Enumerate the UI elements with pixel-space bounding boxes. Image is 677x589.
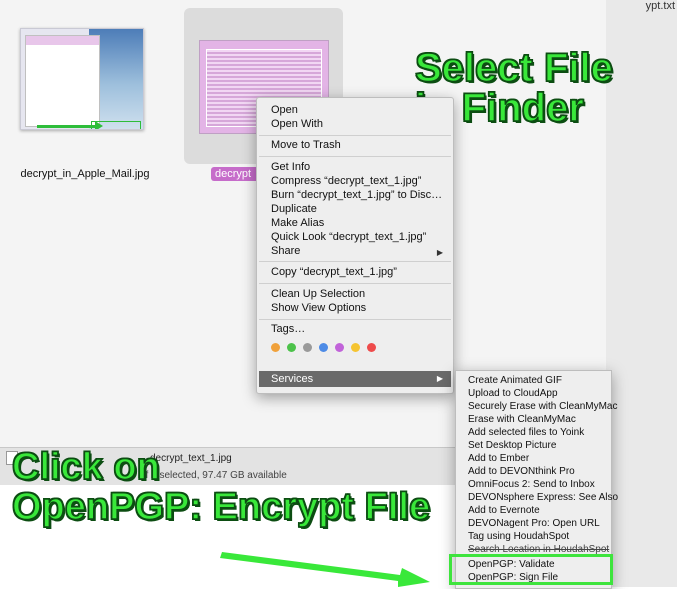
file-label-decrypt-in-apple-mail[interactable]: decrypt_in_Apple_Mail.jpg <box>20 168 150 180</box>
thumbnail-arrow <box>37 125 97 128</box>
background-window-title-fragment: ypt.txt <box>643 0 677 12</box>
menu-separator <box>259 261 451 262</box>
submenu-arrow-icon: ▶ <box>436 248 443 257</box>
menu-item-duplicate[interactable]: Duplicate <box>271 203 317 215</box>
tag-yellow-dot[interactable] <box>351 343 360 352</box>
service-item[interactable]: Add to DEVONthink Pro <box>468 466 575 477</box>
service-item[interactable]: Tag using HoudahSpot <box>468 531 569 542</box>
menu-item-services[interactable]: Services ▶ <box>259 371 451 387</box>
menu-item-burn[interactable]: Burn “decrypt_text_1.jpg” to Disc… <box>271 189 442 201</box>
menu-item-show-view-options[interactable]: Show View Options <box>271 302 366 314</box>
thumbnail-pink-band <box>26 36 100 45</box>
menu-separator <box>259 156 451 157</box>
tag-red-dot[interactable] <box>367 343 376 352</box>
service-item[interactable]: Erase with CleanMyMac <box>468 414 576 425</box>
menu-item-clean-up[interactable]: Clean Up Selection <box>271 288 365 300</box>
service-item[interactable]: Upload to CloudApp <box>468 388 558 399</box>
tag-blue-dot[interactable] <box>319 343 328 352</box>
menu-item-tags[interactable]: Tags… <box>271 323 305 335</box>
menu-separator <box>259 135 451 136</box>
service-item[interactable]: Create Animated GIF <box>468 375 562 386</box>
callout-click-line1: Click on <box>11 446 160 488</box>
service-item[interactable]: DEVONagent Pro: Open URL <box>468 518 600 529</box>
callout-click-line2: OpenPGP: Encrypt FIle <box>11 486 431 528</box>
service-item[interactable]: Securely Erase with CleanMyMac <box>468 401 618 412</box>
service-item[interactable]: Set Desktop Picture <box>468 440 556 451</box>
callout-click-openpgp: Click on OpenPGP: Encrypt FIle <box>11 446 431 528</box>
menu-item-services-label: Services <box>271 373 314 385</box>
tag-purple-dot[interactable] <box>335 343 344 352</box>
service-item[interactable]: Add to Evernote <box>468 505 540 516</box>
menu-separator <box>259 319 451 320</box>
menu-item-get-info[interactable]: Get Info <box>271 161 310 173</box>
service-item[interactable]: DEVONsphere Express: See Also <box>468 492 618 503</box>
menu-item-share[interactable]: Share <box>271 245 300 257</box>
tag-gray-dot[interactable] <box>303 343 312 352</box>
green-arrow-icon <box>220 552 430 587</box>
openpgp-highlight-box <box>449 554 613 585</box>
thumbnail-mail-panel <box>25 35 101 127</box>
service-item[interactable]: Add to Ember <box>468 453 529 464</box>
menu-item-open-with[interactable]: Open With <box>271 118 323 130</box>
menu-separator <box>259 283 451 284</box>
service-item[interactable]: OmniFocus 2: Send to Inbox <box>468 479 595 490</box>
tag-green-dot[interactable] <box>287 343 296 352</box>
tag-color-dots <box>271 343 376 352</box>
menu-item-make-alias[interactable]: Make Alias <box>271 217 324 229</box>
tag-orange-dot[interactable] <box>271 343 280 352</box>
context-menu: Open Open With Move to Trash Get Info Co… <box>256 97 454 394</box>
menu-item-move-to-trash[interactable]: Move to Trash <box>271 139 341 151</box>
callout-select-line1: Select File <box>414 46 613 90</box>
submenu-arrow-icon: ▶ <box>436 374 443 383</box>
menu-item-compress[interactable]: Compress “decrypt_text_1.jpg” <box>271 175 421 187</box>
service-item[interactable]: Add selected files to Yoink <box>468 427 584 438</box>
file-thumbnail-decrypt-in-apple-mail[interactable] <box>20 28 144 130</box>
menu-item-copy[interactable]: Copy “decrypt_text_1.jpg” <box>271 266 397 278</box>
menu-item-quick-look[interactable]: Quick Look “decrypt_text_1.jpg” <box>271 231 426 243</box>
thumbnail-arrowhead <box>95 121 103 129</box>
menu-item-open[interactable]: Open <box>271 104 298 116</box>
